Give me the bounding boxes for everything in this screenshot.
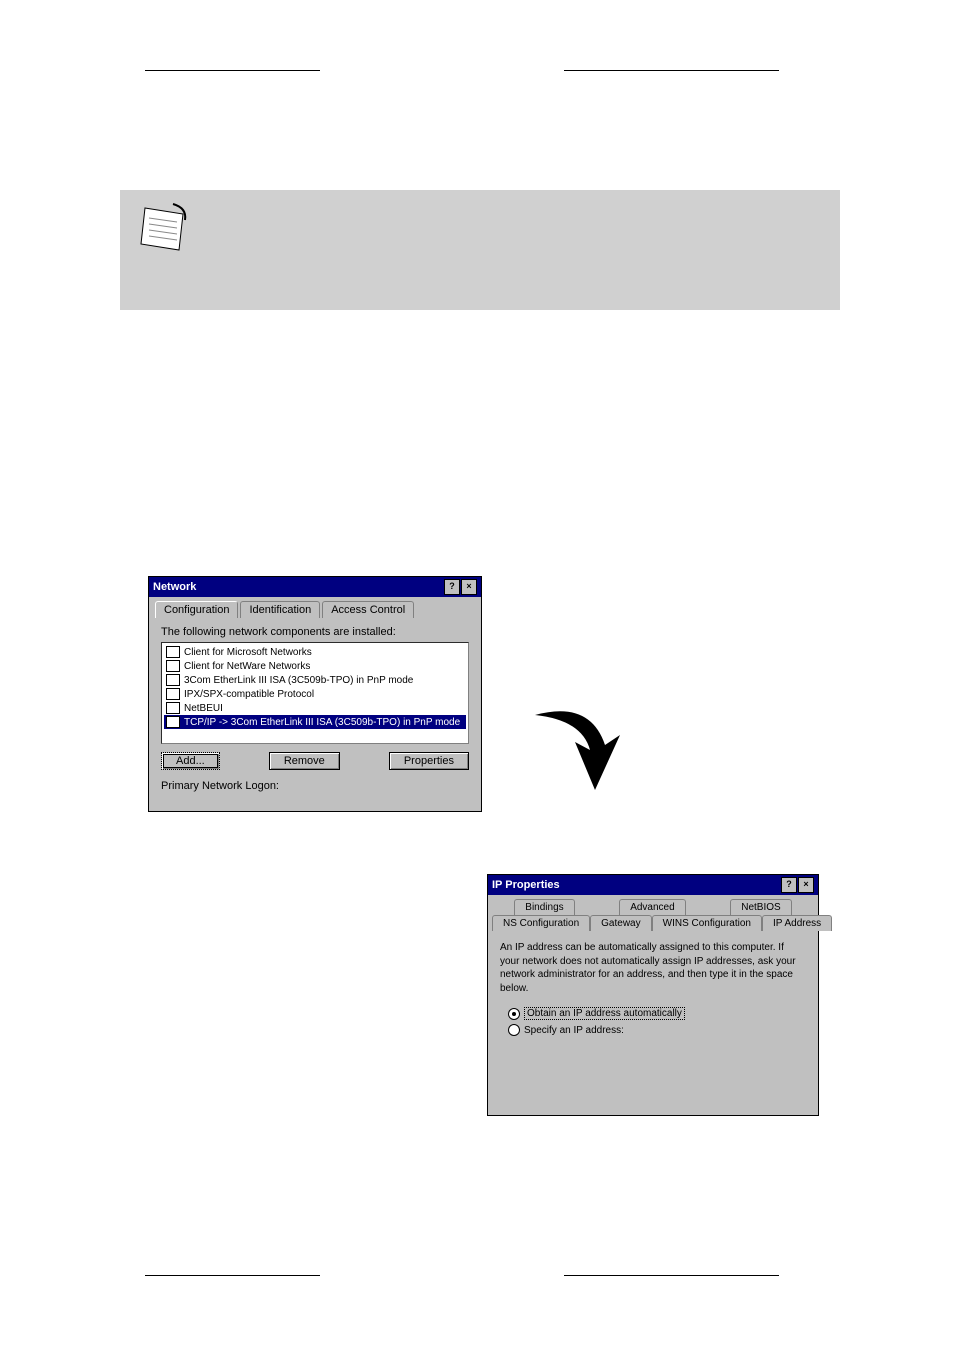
network-components-list[interactable]: Client for Microsoft Networks Client for… xyxy=(161,642,469,744)
properties-button[interactable]: Properties xyxy=(389,752,469,770)
help-button[interactable]: ? xyxy=(781,877,797,893)
footer-rule-left xyxy=(145,1275,320,1276)
radio-specify-ip-label: Specify an IP address: xyxy=(524,1025,624,1036)
arrow-swoosh-icon xyxy=(520,690,640,810)
list-item[interactable]: IPX/SPX-compatible Protocol xyxy=(164,687,466,701)
protocol-icon xyxy=(166,716,180,728)
client-icon xyxy=(166,660,180,672)
components-installed-label: The following network components are ins… xyxy=(161,626,469,638)
tab-access-control[interactable]: Access Control xyxy=(322,601,414,618)
tab-gateway[interactable]: Gateway xyxy=(590,915,651,931)
ip-title: IP Properties xyxy=(492,879,560,891)
radio-obtain-auto[interactable]: Obtain an IP address automatically xyxy=(488,1005,818,1022)
network-titlebar: Network ? × xyxy=(149,577,481,597)
footer-rule-right xyxy=(564,1275,779,1276)
radio-icon xyxy=(508,1024,520,1036)
tab-advanced[interactable]: Advanced xyxy=(619,899,685,915)
tab-ns-configuration[interactable]: NS Configuration xyxy=(492,915,590,931)
network-dialog: Network ? × Configuration Identification… xyxy=(148,576,482,812)
radio-icon xyxy=(508,1008,520,1020)
ip-titlebar: IP Properties ? × xyxy=(488,875,818,895)
ip-description-text: An IP address can be automatically assig… xyxy=(488,931,818,1005)
radio-obtain-auto-label: Obtain an IP address automatically xyxy=(524,1007,685,1020)
add-button[interactable]: Add... xyxy=(161,752,220,770)
tab-bindings[interactable]: Bindings xyxy=(514,899,574,915)
list-item[interactable]: 3Com EtherLink III ISA (3C509b-TPO) in P… xyxy=(164,673,466,687)
note-callout-box xyxy=(120,190,840,310)
network-tabs: Configuration Identification Access Cont… xyxy=(149,597,481,618)
help-button[interactable]: ? xyxy=(444,579,460,595)
close-button[interactable]: × xyxy=(798,877,814,893)
remove-button[interactable]: Remove xyxy=(269,752,340,770)
ip-properties-dialog: IP Properties ? × Bindings Advanced NetB… xyxy=(487,874,819,1116)
note-icon xyxy=(135,200,195,260)
tab-netbios[interactable]: NetBIOS xyxy=(730,899,791,915)
list-item-selected[interactable]: TCP/IP -> 3Com EtherLink III ISA (3C509b… xyxy=(164,715,466,729)
tab-wins-configuration[interactable]: WINS Configuration xyxy=(652,915,762,931)
list-item[interactable]: Client for NetWare Networks xyxy=(164,659,466,673)
adapter-icon xyxy=(166,674,180,686)
list-item[interactable]: NetBEUI xyxy=(164,701,466,715)
ip-tabs: Bindings Advanced NetBIOS NS Configurati… xyxy=(488,895,818,931)
radio-specify-ip[interactable]: Specify an IP address: xyxy=(488,1022,818,1038)
tab-ip-address[interactable]: IP Address xyxy=(762,915,832,931)
close-button[interactable]: × xyxy=(461,579,477,595)
network-title: Network xyxy=(153,581,196,593)
tab-configuration[interactable]: Configuration xyxy=(155,601,238,618)
protocol-icon xyxy=(166,702,180,714)
header-rule-right xyxy=(564,70,779,71)
header-rule-left xyxy=(145,70,320,71)
protocol-icon xyxy=(166,688,180,700)
list-item[interactable]: Client for Microsoft Networks xyxy=(164,645,466,659)
primary-network-logon-label: Primary Network Logon: xyxy=(161,780,469,792)
client-icon xyxy=(166,646,180,658)
tab-identification[interactable]: Identification xyxy=(240,601,320,618)
